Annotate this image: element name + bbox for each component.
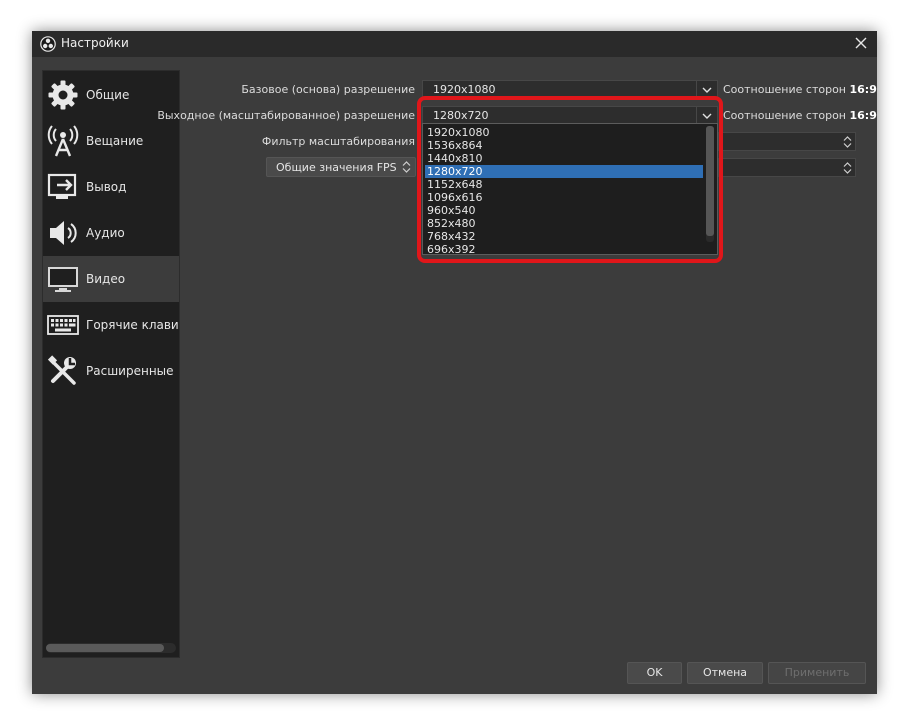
sidebar-item-label: Горячие клавиши xyxy=(86,318,179,332)
window-title: Настройки xyxy=(61,36,129,50)
base-resolution-label: Базовое (основа) разрешение xyxy=(241,83,415,96)
sidebar-item-advanced[interactable]: Расширенные xyxy=(43,348,179,394)
dropdown-scrollbar-thumb[interactable] xyxy=(706,126,714,236)
dropdown-option[interactable]: 1440x810 xyxy=(425,152,703,165)
sidebar-item-label: Аудио xyxy=(86,226,125,240)
sidebar-item-video[interactable]: Видео xyxy=(43,256,179,302)
close-icon xyxy=(855,37,867,49)
base-resolution-combo[interactable]: 1920x1080 xyxy=(422,80,718,99)
spin-arrows-icon xyxy=(843,162,852,174)
settings-sidebar: Общие Вещание Вывод Аудио Видео Горячие … xyxy=(42,70,180,658)
dropdown-option[interactable]: 1152x648 xyxy=(425,178,703,191)
scale-filter-combo[interactable] xyxy=(718,132,856,151)
dropdown-scrollbar[interactable] xyxy=(706,126,714,242)
sidebar-item-label: Вещание xyxy=(86,134,144,148)
output-resolution-label: Выходное (масштабированное) разрешение xyxy=(157,109,415,122)
cancel-button[interactable]: Отмена xyxy=(687,662,763,684)
chevron-down-icon xyxy=(702,87,712,93)
tools-icon xyxy=(47,355,76,385)
sidebar-item-label: Вывод xyxy=(86,180,127,194)
dropdown-option[interactable]: 1096x616 xyxy=(425,191,703,204)
sidebar-item-broadcast[interactable]: Вещание xyxy=(43,118,179,164)
sidebar-item-label: Расширенные xyxy=(86,364,174,378)
combo-separator xyxy=(696,107,697,124)
settings-window: Настройки Общие Вещание Вывод Аудио Виде… xyxy=(32,31,877,694)
sidebar-scrollbar[interactable] xyxy=(46,643,176,653)
scale-filter-label: Фильтр масштабирования xyxy=(261,135,415,148)
dropdown-option[interactable]: 696x392 xyxy=(425,243,703,256)
chevron-down-icon xyxy=(702,113,712,119)
output-icon xyxy=(47,173,77,199)
combo-separator xyxy=(696,81,697,98)
output-resolution-dropdown: 1920x1080 1536x864 1440x810 1280x720 115… xyxy=(422,123,718,256)
sidebar-item-output[interactable]: Вывод xyxy=(43,164,179,210)
keyboard-icon xyxy=(47,315,79,335)
sidebar-scrollbar-thumb[interactable] xyxy=(46,644,164,652)
monitor-icon xyxy=(48,267,78,292)
spin-arrows-icon xyxy=(843,136,852,148)
dropdown-option[interactable]: 852x480 xyxy=(425,217,703,230)
sidebar-item-label: Общие xyxy=(86,88,130,102)
ok-button[interactable]: OK xyxy=(627,662,682,684)
dropdown-option[interactable]: 960x540 xyxy=(425,204,703,217)
sidebar-item-label: Видео xyxy=(86,272,126,286)
dropdown-option[interactable]: 1536x864 xyxy=(425,139,703,152)
sidebar-item-audio[interactable]: Аудио xyxy=(43,210,179,256)
dropdown-option[interactable]: 768x432 xyxy=(425,230,703,243)
base-aspect-ratio: Соотношение сторон 16:9 xyxy=(723,83,877,96)
dropdown-option-selected[interactable]: 1280x720 xyxy=(425,165,703,178)
obs-logo-icon xyxy=(40,36,56,52)
fps-type-select[interactable]: Общие значения FPS xyxy=(266,157,416,177)
speaker-icon xyxy=(50,221,77,245)
output-resolution-value: 1280x720 xyxy=(433,109,489,122)
fps-type-label: Общие значения FPS xyxy=(276,161,397,174)
dropdown-option[interactable]: 1920x1080 xyxy=(425,126,703,139)
close-button[interactable] xyxy=(851,33,871,53)
fps-value-combo[interactable] xyxy=(718,158,856,177)
output-aspect-ratio: Соотношение сторон 16:9 xyxy=(723,109,877,122)
base-resolution-value: 1920x1080 xyxy=(433,83,496,96)
sidebar-item-hotkeys[interactable]: Горячие клавиши xyxy=(43,302,179,348)
title-bar: Настройки xyxy=(32,31,877,57)
broadcast-icon xyxy=(47,125,79,157)
apply-button[interactable]: Применить xyxy=(768,662,866,684)
gear-icon xyxy=(48,80,78,110)
spin-arrows-icon xyxy=(402,161,411,173)
